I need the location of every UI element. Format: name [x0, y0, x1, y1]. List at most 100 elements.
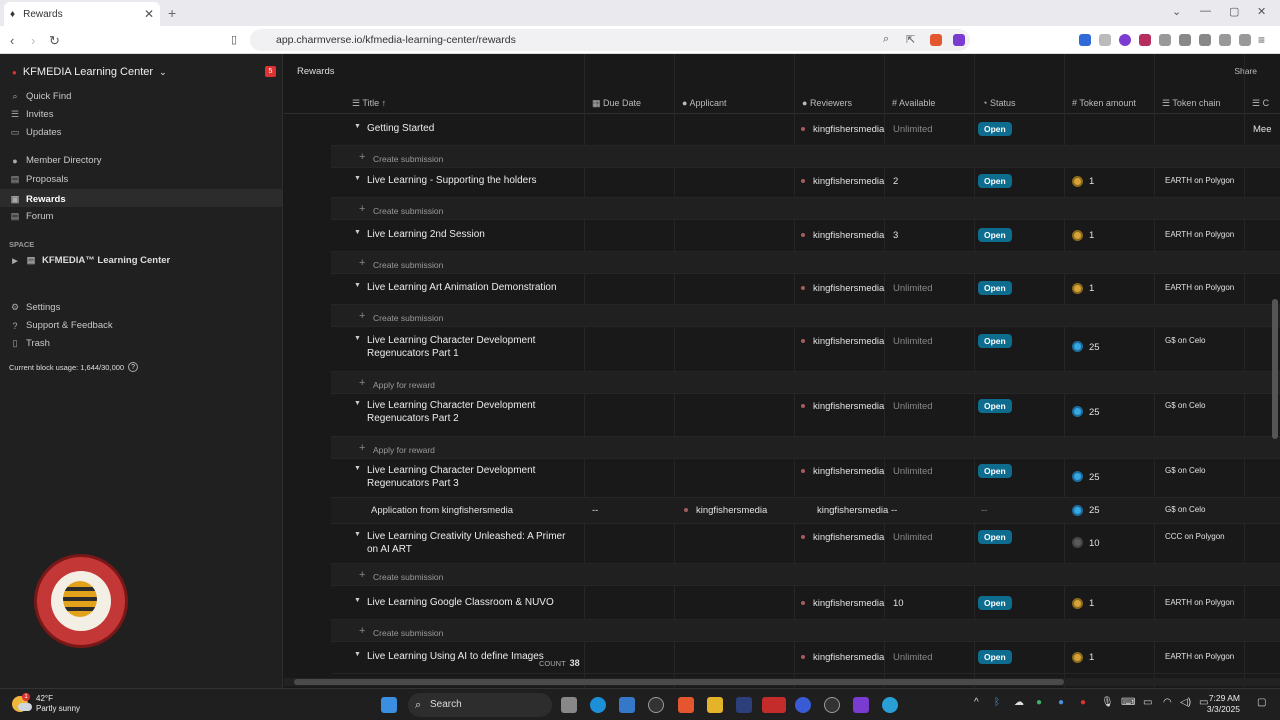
- opera-icon[interactable]: [762, 697, 786, 713]
- create-submission-row[interactable]: + Create submission: [331, 620, 1280, 642]
- sidebar-item-invites[interactable]: ☰ Invites: [10, 109, 54, 120]
- taskbar-search[interactable]: Search ⌕: [408, 693, 552, 717]
- apply-for-reward-row[interactable]: + Apply for reward: [331, 437, 1280, 459]
- system-clock[interactable]: 7:29 AM 3/3/2025: [1207, 693, 1240, 715]
- collapse-triangle-icon[interactable]: ▼: [354, 597, 361, 604]
- collapse-triangle-icon[interactable]: ▼: [354, 282, 361, 289]
- sidebar-item-rewards[interactable]: ▣ Rewards: [0, 189, 282, 207]
- reward-row[interactable]: ▼ Live Learning Creativity Unleashed: A P…: [331, 524, 1280, 564]
- back-icon[interactable]: ‹: [10, 33, 14, 48]
- reward-row[interactable]: ▼ Live Learning Using AI to define Images…: [331, 644, 1280, 674]
- wallet-icon[interactable]: [1199, 34, 1211, 46]
- create-submission-button[interactable]: Create submission: [373, 206, 443, 216]
- create-submission-row[interactable]: + Create submission: [331, 146, 1280, 168]
- vpn-icon[interactable]: [1239, 34, 1251, 46]
- application-row[interactable]: Application from kingfishersmedia -- kingf…: [331, 498, 1280, 524]
- dell-icon[interactable]: [648, 697, 664, 713]
- tray-app-icon[interactable]: ●: [1058, 697, 1064, 708]
- telegram-icon[interactable]: [882, 697, 898, 713]
- apply-for-reward-button[interactable]: Apply for reward: [373, 445, 435, 455]
- reward-row[interactable]: ▼ Live Learning 2nd Session kingfishersmed…: [331, 222, 1280, 252]
- reward-title[interactable]: Live Learning Google Classroom & NUVO: [367, 596, 577, 609]
- new-tab-icon[interactable]: +: [168, 5, 176, 21]
- reward-row[interactable]: ▼ Live Learning Character Development Reg…: [331, 328, 1280, 372]
- tray-chevron-icon[interactable]: ^: [974, 697, 979, 708]
- sidebar-item-forum[interactable]: ▤ Forum: [10, 211, 54, 222]
- keyboard-icon[interactable]: ⌨: [1121, 697, 1135, 708]
- collapse-triangle-icon[interactable]: ▼: [354, 400, 361, 407]
- column-title[interactable]: ☰ Title ↑: [352, 98, 386, 109]
- menu-icon[interactable]: ≡: [1258, 33, 1265, 47]
- rewards-icon[interactable]: [953, 34, 965, 46]
- horizontal-scrollbar[interactable]: [284, 678, 1280, 686]
- collapse-triangle-icon[interactable]: ▼: [354, 123, 361, 130]
- collapse-triangle-icon[interactable]: ▼: [354, 465, 361, 472]
- volume-icon[interactable]: ◁): [1180, 697, 1191, 708]
- browser-tab[interactable]: ♦ Rewards ✕: [4, 2, 160, 26]
- zoom-app-icon[interactable]: [795, 697, 811, 713]
- clipchamp-icon[interactable]: [853, 697, 869, 713]
- create-submission-button[interactable]: Create submission: [373, 628, 443, 638]
- column-token-chain[interactable]: ☰ Token chain: [1162, 98, 1220, 109]
- collapse-triangle-icon[interactable]: ▼: [354, 175, 361, 182]
- reward-title[interactable]: Live Learning Character Development Rege…: [367, 464, 577, 490]
- reward-title[interactable]: Live Learning 2nd Session: [367, 228, 577, 241]
- forward-icon[interactable]: ›: [31, 33, 35, 48]
- app-icon[interactable]: [824, 697, 840, 713]
- sidebar-item-proposals[interactable]: ▤ Proposals: [10, 174, 69, 185]
- url-field[interactable]: app.charmverse.io/kfmedia-learning-cente…: [250, 29, 970, 51]
- sidebar-item-member-directory[interactable]: ● Member Directory: [10, 155, 101, 166]
- wifi-icon[interactable]: ◠: [1163, 697, 1172, 708]
- extension-icon[interactable]: [1099, 34, 1111, 46]
- extension-icon[interactable]: [1139, 34, 1151, 46]
- minimize-icon[interactable]: —: [1200, 5, 1211, 17]
- ai-icon[interactable]: [1219, 34, 1231, 46]
- sidebar-item-trash[interactable]: ▯ Trash: [10, 338, 50, 349]
- reward-row[interactable]: ▼ Live Learning Character Development Reg…: [331, 393, 1280, 437]
- create-submission-row[interactable]: + Create submission: [331, 252, 1280, 274]
- create-submission-row[interactable]: + Create submission: [331, 564, 1280, 586]
- brave-shield-icon[interactable]: [930, 34, 942, 46]
- translate-icon[interactable]: [1079, 34, 1091, 46]
- reward-row[interactable]: ▼ Live Learning Google Classroom & NUVO ki…: [331, 590, 1280, 620]
- collapse-triangle-icon[interactable]: ▼: [354, 531, 361, 538]
- bluetooth-icon[interactable]: ᛒ: [994, 697, 1000, 708]
- column-due-date[interactable]: ▦ Due Date: [592, 98, 641, 109]
- reward-title[interactable]: Getting Started: [367, 122, 577, 135]
- puzzle-icon[interactable]: [1159, 34, 1171, 46]
- task-view-icon[interactable]: [561, 697, 577, 713]
- brave-icon[interactable]: [678, 697, 694, 713]
- column-applicant[interactable]: ● Applicant: [682, 98, 726, 108]
- apply-for-reward-button[interactable]: Apply for reward: [373, 380, 435, 390]
- display-icon[interactable]: ▭: [1143, 697, 1152, 708]
- windows-start-icon[interactable]: [381, 697, 397, 713]
- onedrive-icon[interactable]: ☁: [1014, 697, 1024, 708]
- help-circle-icon[interactable]: ?: [128, 362, 139, 372]
- reload-icon[interactable]: ↻: [49, 33, 60, 49]
- reward-row[interactable]: ▼ Live Learning - Supporting the holders k…: [331, 168, 1280, 198]
- sidebar-item-updates[interactable]: ▭ Updates: [10, 127, 62, 138]
- sidebar-item-settings[interactable]: ⚙ Settings: [10, 302, 60, 313]
- workspace-switcher[interactable]: ● KFMEDIA Learning Center ⌄: [12, 66, 167, 78]
- tray-app-icon[interactable]: ●: [1080, 697, 1086, 708]
- column-reviewers[interactable]: ● Reviewers: [802, 98, 852, 108]
- reward-title[interactable]: Live Learning Character Development Rege…: [367, 399, 577, 425]
- share-page-icon[interactable]: ⇱: [906, 33, 915, 46]
- create-submission-button[interactable]: Create submission: [373, 260, 443, 270]
- notification-badge[interactable]: 5: [265, 66, 276, 77]
- column-status[interactable]: ◔ Status: [982, 98, 1015, 108]
- vertical-scrollbar[interactable]: [1272, 299, 1278, 439]
- close-tab-icon[interactable]: ✕: [144, 7, 154, 21]
- reward-row[interactable]: ▼ Getting Started kingfishersmedia Unlimite…: [331, 116, 1280, 146]
- create-submission-row[interactable]: + Create submission: [331, 198, 1280, 220]
- reward-title[interactable]: Live Learning - Supporting the holders: [367, 174, 577, 187]
- extension-icon[interactable]: [1119, 34, 1131, 46]
- sidebar-item-quick-find[interactable]: ⌕ Quick Find: [10, 91, 71, 102]
- reward-title[interactable]: Live Learning Art Animation Demonstratio…: [367, 281, 577, 294]
- column-token-amount[interactable]: # Token amount: [1072, 98, 1136, 108]
- notifications-icon[interactable]: ▢: [1257, 697, 1266, 708]
- column-extra[interactable]: ☰ C: [1252, 98, 1269, 109]
- create-submission-button[interactable]: Create submission: [373, 154, 443, 164]
- collapse-triangle-icon[interactable]: ▼: [354, 229, 361, 236]
- close-window-icon[interactable]: ✕: [1257, 5, 1266, 18]
